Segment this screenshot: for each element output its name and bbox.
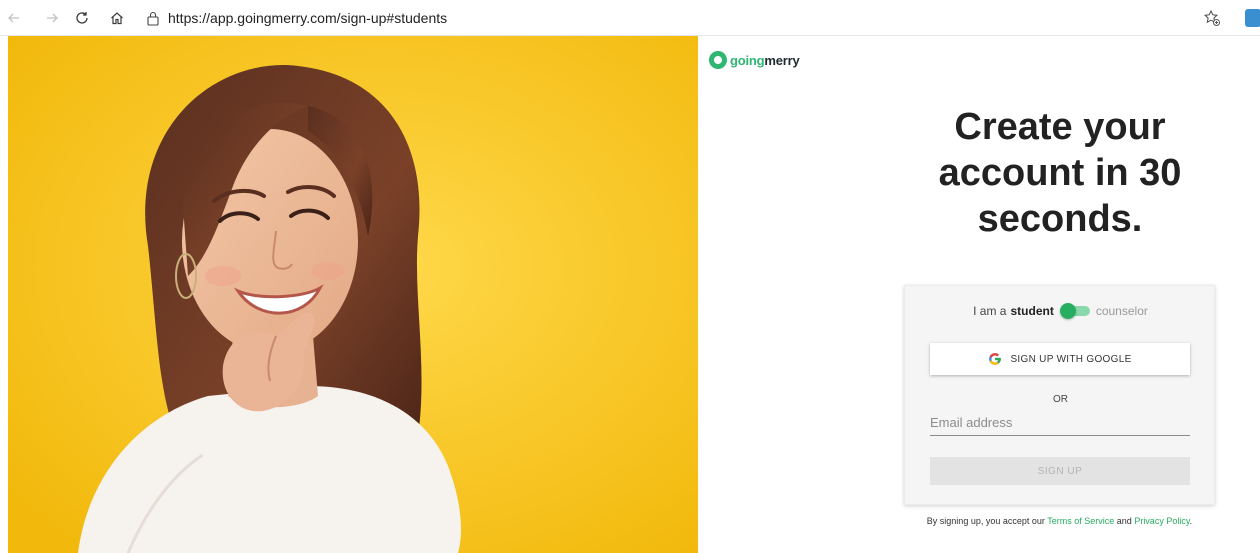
google-signup-label: SIGN UP WITH GOOGLE: [1010, 353, 1132, 365]
browser-toolbar: https://app.goingmerry.com/sign-up#stude…: [0, 0, 1260, 36]
favorite-icon[interactable]: [1203, 9, 1221, 27]
url-prefix: https://: [168, 10, 211, 26]
role-selector: I am a student counselor: [905, 303, 1216, 319]
forward-button[interactable]: [42, 8, 62, 28]
role-toggle[interactable]: [1059, 303, 1090, 319]
signup-submit-button[interactable]: SIGN UP: [930, 457, 1190, 485]
google-signup-button[interactable]: SIGN UP WITH GOOGLE: [930, 343, 1190, 375]
terms-prefix: By signing up, you accept our: [926, 516, 1045, 526]
home-button[interactable]: [107, 8, 127, 28]
goingmerry-logo-mark: [709, 51, 727, 69]
goingmerry-logo[interactable]: going merry: [709, 50, 800, 70]
terms-and: and: [1116, 516, 1132, 526]
home-icon: [111, 12, 123, 25]
terms-of-service-link[interactable]: Terms of Service: [1047, 516, 1114, 526]
lock-icon: [147, 11, 159, 26]
refresh-icon: [76, 12, 88, 24]
or-divider: OR: [1053, 394, 1068, 405]
terms-suffix: .: [1189, 516, 1193, 526]
logo-text-merry: merry: [764, 52, 800, 68]
refresh-button[interactable]: [72, 8, 92, 28]
page-headline: Create your account in 30 seconds.: [938, 106, 1182, 240]
hero-image: [8, 36, 698, 553]
arrow-right-icon: [47, 13, 58, 23]
signup-card: I am a student counselor SIGN UP WITH GO…: [904, 285, 1215, 505]
role-toggle-thumb: [1059, 303, 1076, 319]
url-host: app.goingmerry.com: [210, 10, 337, 26]
role-prefix-label: I am a: [973, 304, 1007, 318]
url-path: /sign-up#students: [336, 10, 448, 26]
extension-icon[interactable]: [1245, 9, 1260, 27]
google-icon: [989, 353, 1002, 365]
back-button[interactable]: [4, 8, 24, 28]
email-input[interactable]: [930, 414, 1190, 436]
arrow-left-icon: [8, 13, 19, 23]
logo-text-going: going: [730, 52, 765, 68]
role-student-label[interactable]: student: [1010, 304, 1053, 318]
role-counselor-label[interactable]: counselor: [1096, 304, 1148, 318]
hero-illustration: [8, 36, 698, 553]
address-bar[interactable]: https://app.goingmerry.com/sign-up#stude…: [168, 10, 447, 26]
privacy-policy-link[interactable]: Privacy Policy: [1134, 516, 1189, 526]
terms-notice: By signing up, you accept our Terms of S…: [904, 516, 1215, 526]
